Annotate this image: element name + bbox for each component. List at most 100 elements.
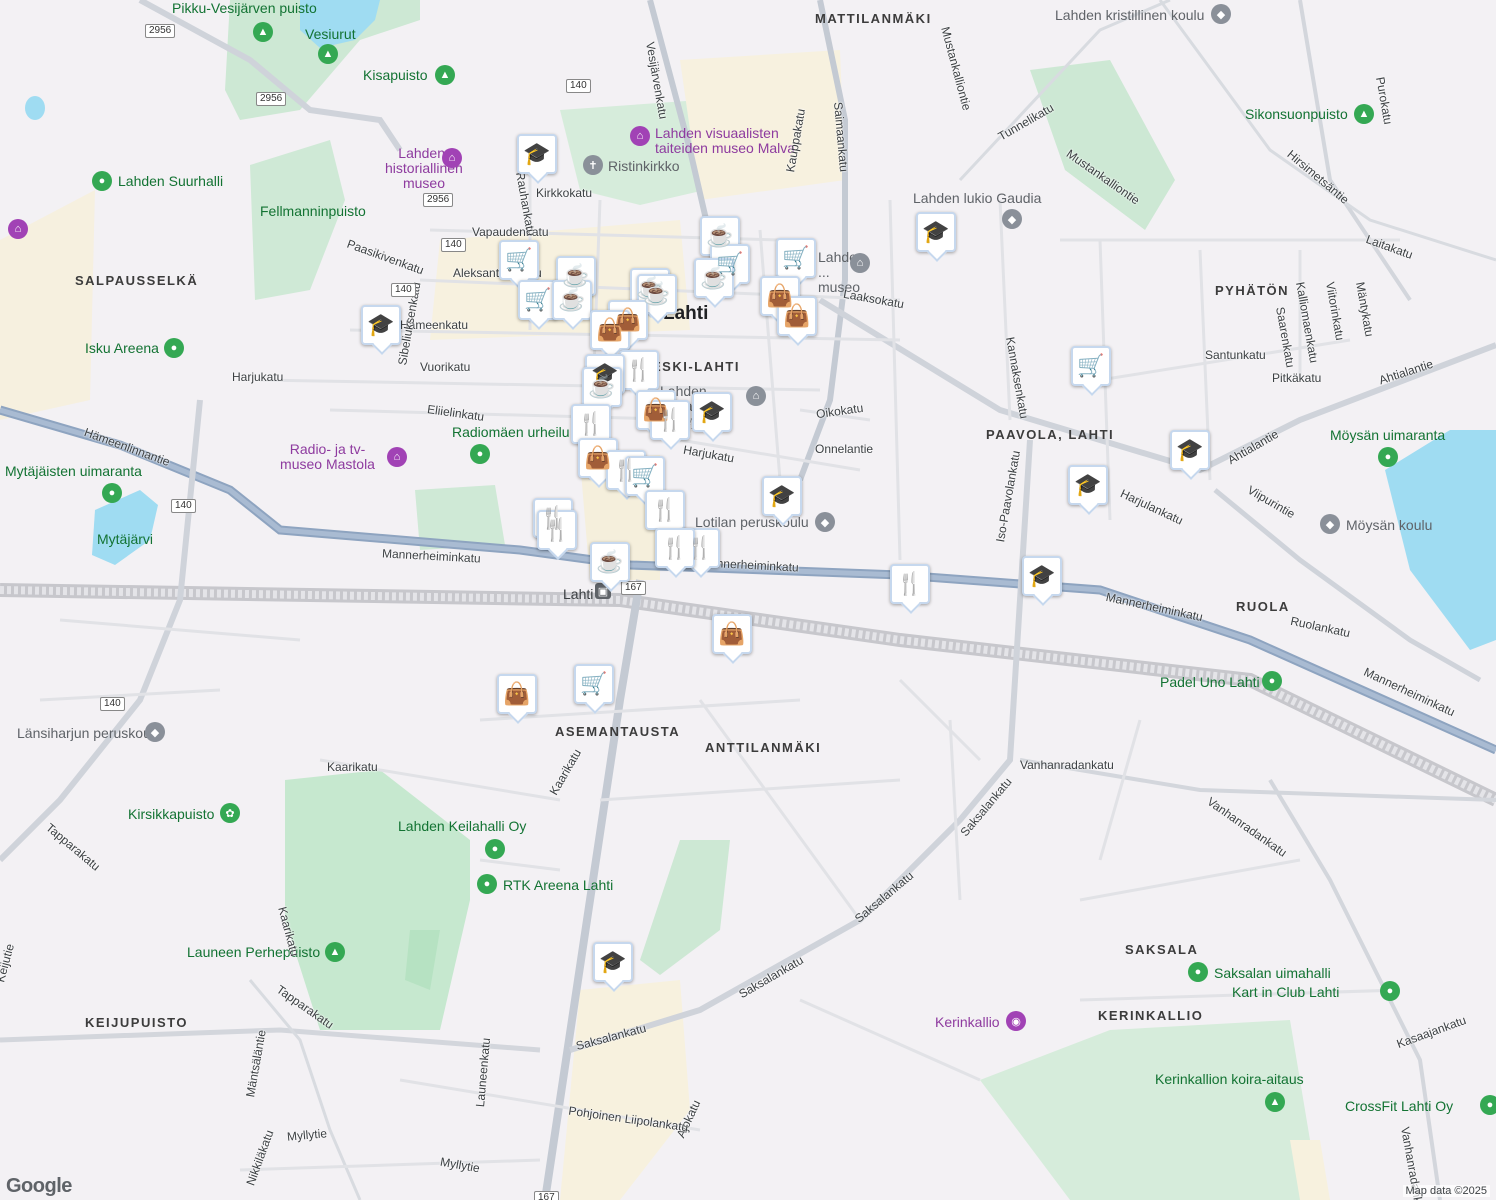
sports-label[interactable]: Lahden Keilahalli Oy <box>398 818 526 834</box>
school-label[interactable]: Lahden lukio Gaudia <box>913 190 1041 206</box>
road-shield: 167 <box>621 581 646 595</box>
grocery-marker[interactable]: 🛒 <box>776 238 816 278</box>
park-icon[interactable]: ▲ <box>253 22 273 42</box>
district-label: MATTILANMÄKI <box>815 11 932 26</box>
school-marker[interactable]: 🎓 <box>1022 556 1062 596</box>
restaurant-marker[interactable]: 🍴 <box>645 490 685 530</box>
sports-label[interactable]: Padel Uno Lahti <box>1160 674 1260 690</box>
sports-icon[interactable]: ● <box>477 874 497 894</box>
sports-icon[interactable]: ● <box>1262 671 1282 691</box>
road-shield: 140 <box>100 697 125 711</box>
sports-icon[interactable]: ● <box>1380 981 1400 1001</box>
sports-label[interactable]: RTK Areena Lahti <box>503 877 613 893</box>
map-attribution[interactable]: Map data ©2025 <box>1402 1185 1490 1197</box>
road-shield: 140 <box>566 79 591 93</box>
school-icon[interactable]: ◆ <box>1211 4 1231 24</box>
museum-icon[interactable]: ⌂ <box>387 447 407 467</box>
sports-label[interactable]: Lahden Suurhalli <box>118 173 223 189</box>
street-label: Kirkkokatu <box>536 186 593 200</box>
google-logo: Google <box>6 1175 72 1197</box>
map-canvas[interactable]: MATTILANMÄKI SALPAUSSELKÄ PYHÄTÖN PAAVOL… <box>0 0 1496 1200</box>
museum-icon[interactable]: ⌂ <box>850 253 870 273</box>
church-icon[interactable]: ✝ <box>583 155 603 175</box>
sports-label[interactable]: Isku Areena <box>85 340 159 356</box>
park-label[interactable]: Fellmanninpuisto <box>260 203 366 219</box>
sports-icon[interactable]: ● <box>485 839 505 859</box>
district-label: ANTTILANMÄKI <box>705 740 822 755</box>
sports-icon[interactable]: ● <box>164 338 184 358</box>
district-label: ESKI-LAHTI <box>652 359 740 374</box>
park-icon[interactable]: ▲ <box>325 942 345 962</box>
attraction-label[interactable]: Kerinkallio <box>935 1014 1000 1030</box>
grocery-marker[interactable]: 🛒 <box>1071 346 1111 386</box>
school-marker[interactable]: 🎓 <box>1068 465 1108 505</box>
sports-label[interactable]: Mytäjäisten uimaranta <box>5 463 142 479</box>
park-label[interactable]: Pikku-Vesijärven puisto <box>172 0 317 16</box>
museum-label[interactable]: Lahden historiallinen museo <box>385 146 463 191</box>
park-icon[interactable]: ▲ <box>1265 1092 1285 1112</box>
sports-label[interactable]: Kart in Club Lahti <box>1232 984 1339 1000</box>
street-label: Santunkatu <box>1205 348 1266 362</box>
shopping-marker[interactable]: 👜 <box>497 674 537 714</box>
district-label: PAAVOLA, LAHTI <box>986 427 1115 442</box>
school-icon[interactable]: ◆ <box>1320 514 1340 534</box>
museum-icon[interactable]: ⌂ <box>630 126 650 146</box>
school-marker[interactable]: 🎓 <box>517 134 557 174</box>
school-label[interactable]: Möysän koulu <box>1346 517 1432 533</box>
restaurant-marker[interactable]: 🍴 <box>890 564 930 604</box>
school-marker[interactable]: 🎓 <box>916 212 956 252</box>
museum-label[interactable]: Radio- ja tv-museo Mastola <box>270 442 385 472</box>
park-icon[interactable]: ▲ <box>318 44 338 64</box>
street-label: Harjukatu <box>232 370 284 384</box>
park-icon[interactable]: ▲ <box>435 65 455 85</box>
school-icon[interactable]: ◆ <box>145 722 165 742</box>
station-label[interactable]: Lahti <box>563 586 593 602</box>
school-marker[interactable]: 🎓 <box>593 942 633 982</box>
road-shield: 2956 <box>145 24 176 38</box>
sports-icon[interactable]: ● <box>1480 1095 1496 1115</box>
restaurant-marker[interactable]: 🍴 <box>619 350 659 390</box>
park-label[interactable]: Kisapuisto <box>363 67 428 83</box>
flower-icon[interactable]: ✿ <box>220 803 240 823</box>
lake-label: Mytäjärvi <box>97 531 154 547</box>
building-icon[interactable]: ⌂ <box>746 386 766 406</box>
park-icon[interactable]: ▲ <box>1354 104 1374 124</box>
school-marker[interactable]: 🎓 <box>1170 430 1210 470</box>
grocery-marker[interactable]: 🛒 <box>574 664 614 704</box>
street-label: Kaarikatu <box>327 760 378 774</box>
sports-icon[interactable]: ● <box>470 444 490 464</box>
district-label: ASEMANTAUSTA <box>555 724 681 739</box>
street-label: Vuorikatu <box>420 360 471 374</box>
district-label: KEIJUPUISTO <box>85 1015 188 1030</box>
school-icon[interactable]: ◆ <box>1002 209 1022 229</box>
park-label[interactable]: Kerinkallion koira-aitaus <box>1155 1071 1304 1087</box>
school-label[interactable]: Länsiharjun peruskoulu <box>17 725 162 741</box>
park-label[interactable]: Kirsikkapuisto <box>128 806 214 822</box>
sports-icon[interactable]: ● <box>92 171 112 191</box>
beach-label[interactable]: Möysän uimaranta <box>1330 427 1445 443</box>
school-icon[interactable]: ◆ <box>815 512 835 532</box>
sports-label[interactable]: CrossFit Lahti Oy <box>1345 1098 1453 1114</box>
camera-icon[interactable]: ◉ <box>1006 1011 1026 1031</box>
street-label: Pitkäkatu <box>1272 371 1322 385</box>
sports-label[interactable]: Saksalan uimahalli <box>1214 965 1331 981</box>
street-label: Vanhanradankatu <box>1020 758 1114 772</box>
school-marker[interactable]: 🎓 <box>692 392 732 432</box>
road-shield: 167 <box>534 1191 559 1200</box>
park-label[interactable]: Sikonsuonpuisto <box>1245 106 1348 122</box>
museum-icon[interactable]: ⌂ <box>8 219 28 239</box>
school-marker[interactable]: 🎓 <box>762 476 802 516</box>
shopping-marker[interactable]: 👜 <box>712 614 752 654</box>
school-marker[interactable]: 🎓 <box>361 305 401 345</box>
school-label[interactable]: Lahden kristillinen koulu <box>1055 7 1204 23</box>
church-label[interactable]: Ristinkirkko <box>608 158 680 174</box>
park-label[interactable]: Vesiurut <box>305 26 356 42</box>
sports-label[interactable]: Radiomäen urheilu <box>452 424 570 440</box>
sports-icon[interactable]: ● <box>1188 962 1208 982</box>
district-label: PYHÄTÖN <box>1215 283 1290 298</box>
cafe-marker[interactable]: ☕ <box>590 542 630 582</box>
grocery-marker[interactable]: 🛒 <box>499 240 539 280</box>
sports-icon[interactable]: ● <box>1378 447 1398 467</box>
sports-icon[interactable]: ● <box>102 483 122 503</box>
museum-icon[interactable]: ⌂ <box>442 148 462 168</box>
